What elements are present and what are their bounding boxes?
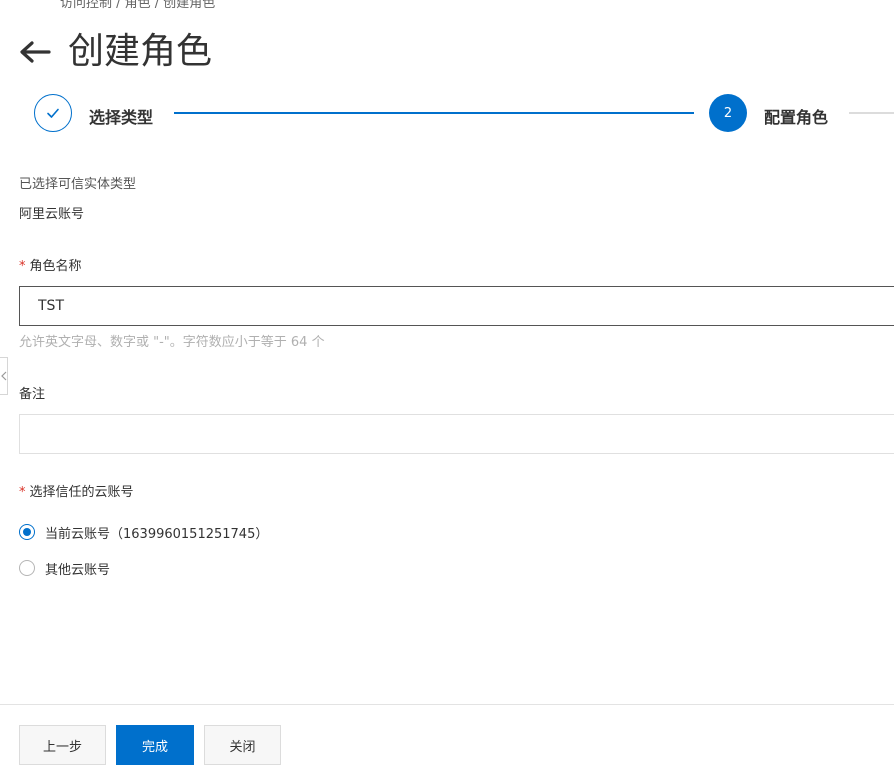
- role-name-label-text: 角色名称: [29, 259, 82, 274]
- step-2-circle: 2: [709, 94, 747, 132]
- step-connector-1: [174, 112, 694, 114]
- radio-other-account[interactable]: 其他云账号: [19, 558, 894, 578]
- radio-other-account-label: 其他云账号: [45, 562, 111, 578]
- required-mark: *: [19, 259, 26, 274]
- radio-other-account-control[interactable]: [19, 560, 35, 576]
- footer-bar: 上一步 完成 关闭: [0, 704, 894, 775]
- trusted-account-label-text: 选择信任的云账号: [29, 485, 134, 500]
- steps: 选择类型 2 配置角色: [34, 94, 894, 134]
- radio-current-account[interactable]: 当前云账号（1639960151251745）: [19, 522, 894, 542]
- trusted-entity-label: 已选择可信实体类型: [19, 177, 137, 192]
- check-icon: [47, 108, 59, 118]
- remark-input[interactable]: [19, 414, 894, 454]
- step-2-label: 配置角色: [764, 108, 829, 127]
- role-name-help: 允许英文字母、数字或 "-"。字符数应小于等于 64 个: [19, 335, 325, 350]
- role-name-label: * 角色名称: [19, 258, 894, 276]
- page-title: 创建角色: [68, 31, 213, 72]
- role-form: 已选择可信实体类型 阿里云账号 *角色名称 允许英文字母、数字或 "-"。字符数…: [19, 176, 894, 578]
- chevron-left-icon: [0, 371, 6, 381]
- step-connector-2: [849, 112, 894, 114]
- trusted-entity-value: 阿里云账号: [19, 207, 85, 222]
- required-mark: *: [19, 485, 26, 500]
- step-1-circle: [34, 94, 72, 132]
- sidebar-collapse-handle[interactable]: [0, 357, 8, 395]
- finish-button[interactable]: 完成: [116, 725, 194, 765]
- close-button[interactable]: 关闭: [204, 725, 281, 765]
- breadcrumb: 访问控制 / 角色 / 创建角色: [60, 0, 216, 11]
- arrow-left-icon: [20, 41, 51, 63]
- radio-current-account-control[interactable]: [19, 524, 35, 540]
- previous-step-button[interactable]: 上一步: [19, 725, 106, 765]
- role-name-input[interactable]: [19, 286, 894, 326]
- page-header: 创建角色: [18, 28, 212, 76]
- back-button[interactable]: [18, 35, 52, 69]
- radio-current-account-label: 当前云账号（1639960151251745）: [45, 526, 269, 542]
- remark-label: 备注: [19, 387, 46, 402]
- trusted-account-label: * 选择信任的云账号: [19, 484, 894, 502]
- step-1-label: 选择类型: [89, 108, 154, 127]
